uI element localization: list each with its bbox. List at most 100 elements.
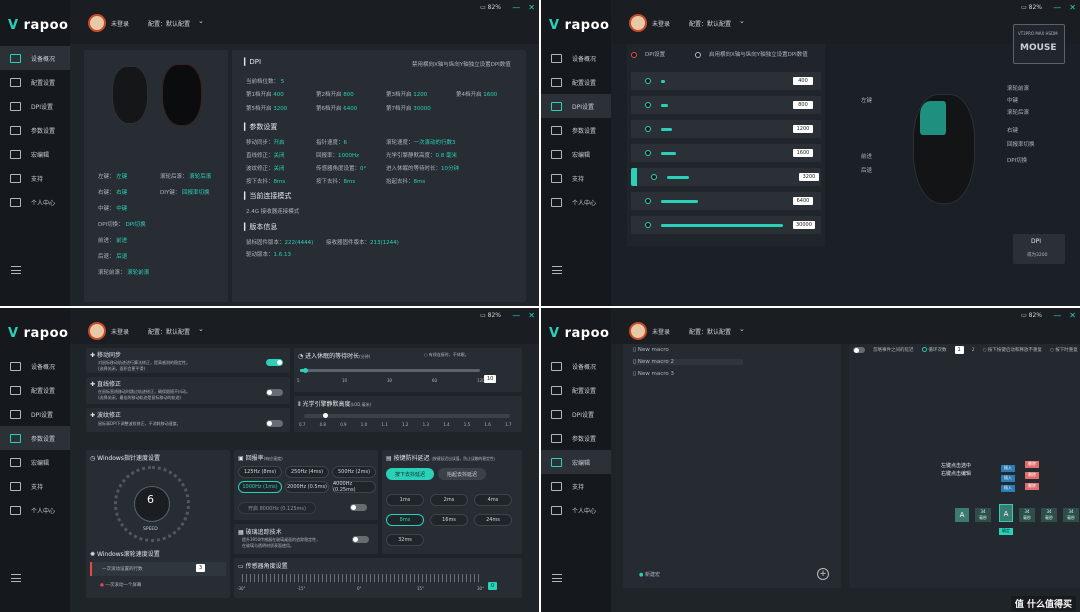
loop-value[interactable]: 1 [954, 346, 964, 354]
sleep-slider[interactable] [300, 368, 480, 373]
press-debounce-tab[interactable]: 按下去抖延迟 [386, 468, 434, 480]
nav-config[interactable]: 配置设置 [0, 70, 70, 94]
minimize-icon[interactable]: — [1053, 311, 1061, 320]
dpi-row[interactable]: 1600 [631, 144, 821, 162]
ignore-delay-toggle[interactable] [853, 347, 865, 353]
nav-params[interactable]: 参数设置 [541, 426, 611, 450]
glass-toggle[interactable] [352, 536, 369, 543]
confirm-button[interactable]: 确定 [999, 528, 1013, 535]
nav-support[interactable]: 支持 [0, 474, 70, 498]
chevron-down-icon[interactable]: ⌄ [198, 325, 204, 333]
macro-item-3[interactable]: ▯ New macro 3 [633, 371, 674, 377]
dpi-slider[interactable] [661, 128, 783, 131]
dpi-mode-option[interactable]: DPI设置 [631, 50, 665, 58]
hold-repeat-option[interactable]: ○ 按下时重复 [1050, 347, 1078, 353]
nav-config[interactable]: 配置设置 [541, 70, 611, 94]
user-status[interactable]: 未登录 [652, 327, 670, 336]
user-status[interactable]: 未登录 [111, 327, 129, 336]
dpi-row[interactable]: 6400 [631, 192, 821, 210]
rate-250[interactable]: 250Hz (4ms) [285, 466, 329, 478]
chevron-down-icon[interactable]: ⌄ [739, 325, 745, 333]
dpi-slider[interactable] [661, 200, 783, 203]
profile-selector[interactable]: 配置：默认配置 [148, 19, 190, 28]
radio-icon[interactable] [651, 174, 657, 180]
avatar[interactable] [88, 14, 106, 32]
debounce-24ms[interactable]: 24ms [474, 514, 512, 526]
macro-delay-3[interactable]: 34 毫秒 [1041, 508, 1057, 522]
rate-2000[interactable]: 2000Hz (0.5ms) [285, 481, 329, 493]
macro-item-2[interactable]: ▯ New macro 2 [633, 359, 743, 365]
radio-icon[interactable] [645, 198, 651, 204]
nav-profile[interactable]: 个人中心 [541, 498, 611, 522]
nav-macro[interactable]: 宏编辑 [0, 142, 70, 166]
dpi-slider[interactable] [667, 176, 789, 179]
collapse-menu-icon[interactable] [552, 574, 562, 582]
close-icon[interactable]: ✕ [1069, 311, 1076, 320]
independent-axis-option[interactable]: 启用横向X轴与纵向Y轴独立设置DPI数值 [695, 50, 808, 58]
delete-menu-1[interactable]: 删除 [1025, 461, 1039, 468]
rate-8000[interactable]: 开启 8000Hz (0.125ms) [238, 502, 316, 514]
minimize-icon[interactable]: — [512, 3, 520, 12]
rate-125[interactable]: 125Hz (8ms) [238, 466, 282, 478]
avatar[interactable] [629, 14, 647, 32]
nav-device-overview[interactable]: 设备概况 [0, 46, 70, 70]
move-sync-toggle[interactable] [266, 359, 283, 366]
macro-key-a-selected[interactable]: A [999, 504, 1013, 522]
radio-icon[interactable] [645, 126, 651, 132]
radio-icon[interactable] [645, 78, 651, 84]
minimize-icon[interactable]: — [512, 311, 520, 320]
profile-selector[interactable]: 配置：默认配置 [689, 327, 731, 336]
sleep-value[interactable]: 10 [484, 365, 497, 384]
rate-500[interactable]: 500Hz (2ms) [332, 466, 376, 478]
dpi-row[interactable]: 400 [631, 72, 821, 90]
nav-support[interactable]: 支持 [541, 166, 611, 190]
nav-device-overview[interactable]: 设备概况 [0, 354, 70, 378]
nav-support[interactable]: 支持 [0, 166, 70, 190]
nav-macro[interactable]: 宏编辑 [0, 450, 70, 474]
dpi-row[interactable]: 1200 [631, 120, 821, 138]
nav-params[interactable]: 参数设置 [541, 118, 611, 142]
debounce-1ms[interactable]: 1ms [386, 494, 424, 506]
close-icon[interactable]: ✕ [528, 3, 535, 12]
nav-params[interactable]: 参数设置 [0, 426, 70, 450]
macro-delay-1[interactable]: 34 毫秒 [975, 508, 991, 522]
macro-item-1[interactable]: ▯ New macro [633, 347, 669, 353]
release-debounce-tab[interactable]: 抬起去抖延迟 [438, 468, 486, 480]
rate-8000-toggle[interactable] [350, 504, 367, 511]
dpi-value[interactable]: 400 [793, 77, 813, 85]
dpi-value[interactable]: 6400 [793, 197, 813, 205]
user-status[interactable]: 未登录 [111, 19, 129, 28]
nav-dpi[interactable]: DPI设置 [0, 402, 70, 426]
collapse-menu-icon[interactable] [11, 266, 21, 274]
scroll-screen-option[interactable]: ● 一次滚动一个屏幕 [100, 582, 141, 588]
macro-delay-4[interactable]: 34 毫秒 [1063, 508, 1079, 522]
nav-device-overview[interactable]: 设备概况 [541, 354, 611, 378]
debounce-32ms[interactable]: 32ms [386, 534, 424, 546]
debounce-16ms[interactable]: 16ms [430, 514, 468, 526]
insert-menu-2[interactable]: 插入 [1001, 475, 1015, 482]
dpi-value[interactable]: 30000 [793, 221, 815, 229]
nav-macro[interactable]: 宏编辑 [541, 142, 611, 166]
macro-delay-2[interactable]: 34 毫秒 [1019, 508, 1035, 522]
angle-ruler[interactable] [242, 574, 482, 582]
dpi-slider[interactable] [661, 104, 783, 107]
debounce-8ms[interactable]: 8ms [386, 514, 424, 526]
loop-option[interactable]: 循环次数 [921, 347, 947, 353]
lod-slider[interactable] [304, 413, 510, 418]
insert-menu-3[interactable]: 插入 [1001, 485, 1015, 492]
macro-key-a-down[interactable]: A [955, 508, 969, 522]
nav-profile[interactable]: 个人中心 [0, 190, 70, 214]
dpi-row[interactable]: 3200 [631, 168, 821, 186]
close-icon[interactable]: ✕ [1069, 3, 1076, 12]
add-macro-icon[interactable]: + [817, 568, 829, 580]
debounce-2ms[interactable]: 2ms [430, 494, 468, 506]
dpi-value[interactable]: 1200 [793, 125, 813, 133]
collapse-menu-icon[interactable] [552, 266, 562, 274]
radio-icon[interactable] [645, 222, 651, 228]
nav-dpi[interactable]: DPI设置 [0, 94, 70, 118]
nav-config[interactable]: 配置设置 [0, 378, 70, 402]
nav-params[interactable]: 参数设置 [0, 118, 70, 142]
angle-value[interactable]: 0 [488, 572, 498, 591]
nav-dpi[interactable]: DPI设置 [541, 94, 611, 118]
collapse-menu-icon[interactable] [11, 574, 21, 582]
